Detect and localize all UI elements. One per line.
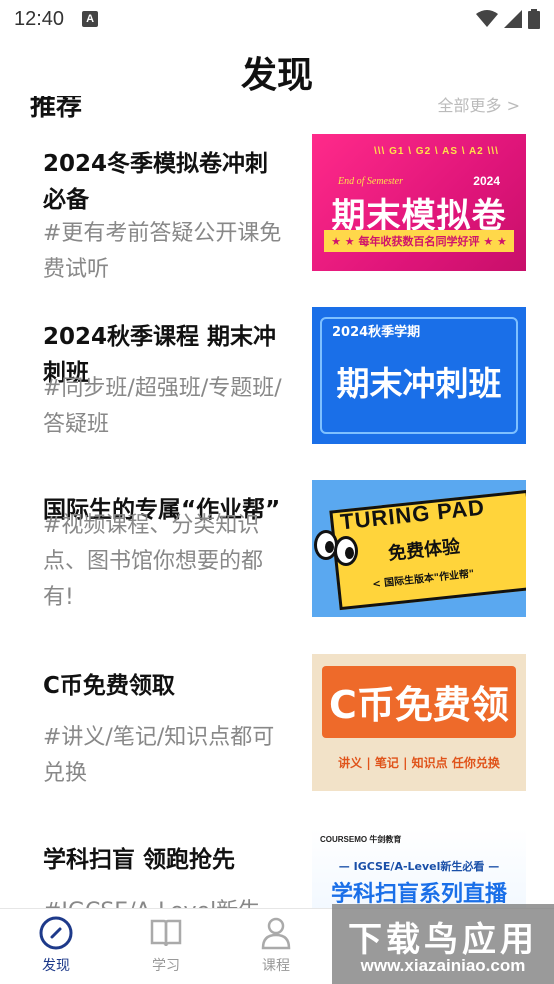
section-more-link[interactable]: 全部更多 >	[438, 96, 521, 116]
list-item[interactable]: C币免费领取 #讲义/笔记/知识点都可兑换 C币免费领 讲义 | 笔记 | 知识…	[0, 654, 554, 814]
tab-courses[interactable]: 课程	[236, 915, 316, 975]
list-item[interactable]: 学科扫盲 领跑抢先 #IGCSE/A-Level新生 COURSEMO 牛剑教育…	[0, 828, 554, 908]
card-desc: #视频课程、分类知识点、图书馆你想要的都有!	[43, 513, 264, 610]
notification-icon: A	[82, 11, 99, 27]
card-thumbnail[interactable]: COURSEMO 牛剑教育 — IGCSE/A-Level新生必看 — 学科扫盲…	[312, 828, 526, 908]
card-title: C币免费领取	[43, 673, 175, 699]
section-title: 推荐	[30, 96, 83, 118]
list-item[interactable]: 2024冬季模拟卷冲刺必备 #更有考前答疑公开课免费试听 \\\ G1 \ G2…	[0, 134, 554, 294]
watermark-title: 下载鸟应用	[348, 920, 538, 960]
list-item[interactable]: 国际生的专属“作业帮” #视频课程、分类知识点、图书馆你想要的都有! TURIN…	[0, 480, 554, 640]
card-thumbnail[interactable]: C币免费领 讲义 | 笔记 | 知识点 任你兑换	[312, 654, 526, 791]
thumb-band: ★ ★ 每年收获数百名同学好评 ★ ★	[324, 230, 514, 252]
book-icon	[150, 919, 182, 947]
card-desc: #IGCSE/A-Level新生	[43, 894, 283, 908]
card-thumbnail[interactable]: \\\ G1 \ G2 \ AS \ A2 \\\ End of Semeste…	[312, 134, 526, 271]
signal-icon	[504, 10, 522, 28]
person-icon	[261, 917, 291, 950]
thumb-brand: COURSEMO 牛剑教育	[320, 835, 402, 844]
watermark: 下载鸟应用 www.xiazainiao.com	[332, 904, 554, 984]
thumb-headline: C币免费领	[329, 683, 509, 727]
thumb-year: 2024	[473, 174, 500, 188]
recommend-feed[interactable]: 2024冬季模拟卷冲刺必备 #更有考前答疑公开课免费试听 \\\ G1 \ G2…	[0, 118, 554, 908]
tab-study[interactable]: 学习	[126, 915, 206, 975]
thumb-tags: \\\ G1 \ G2 \ AS \ A2 \\\	[374, 146, 499, 157]
section-header: 推荐 全部更多 >	[0, 96, 554, 118]
tab-label: 发现	[42, 958, 70, 974]
thumb-head: 2024秋季学期	[332, 325, 421, 340]
card-title: 2024冬季模拟卷冲刺必备	[43, 151, 269, 213]
status-icons	[476, 9, 540, 29]
wifi-icon	[476, 10, 498, 27]
card-desc: #同步班/超强班/专题班/答疑班	[43, 376, 282, 437]
cartoon-eye-icon	[334, 536, 358, 566]
card-desc: #讲义/笔记/知识点都可兑换	[43, 725, 275, 786]
card-desc: #更有考前答疑公开课免费试听	[43, 221, 282, 282]
page-title: 发现	[240, 55, 313, 96]
card-thumbnail[interactable]: 2024秋季学期 期末冲刺班	[312, 307, 526, 444]
battery-icon	[528, 9, 540, 29]
thumb-sub: — IGCSE/A-Level新生必看 —	[338, 860, 500, 873]
watermark-url: www.xiazainiao.com	[360, 956, 526, 975]
status-bar: 12:40 A	[0, 0, 554, 38]
card-thumbnail[interactable]: TURING PAD 免费体验 < 国际生版本"作业帮"	[312, 480, 526, 617]
thumb-headline: 期末冲刺班	[336, 364, 502, 403]
tab-label: 课程	[262, 958, 290, 974]
compass-icon	[39, 916, 73, 950]
tab-discover[interactable]: 发现	[16, 915, 96, 975]
thumb-sub: 讲义 | 笔记 | 知识点 任你兑换	[338, 756, 500, 770]
status-time: 12:40	[14, 7, 65, 30]
list-item[interactable]: 2024秋季课程 期末冲刺班 #同步班/超强班/专题班/答疑班 2024秋季学期…	[0, 307, 554, 467]
thumb-eyebrow: End of Semester	[338, 176, 403, 187]
card-title: 学科扫盲 领跑抢先	[43, 847, 236, 873]
tab-label: 学习	[152, 958, 180, 974]
